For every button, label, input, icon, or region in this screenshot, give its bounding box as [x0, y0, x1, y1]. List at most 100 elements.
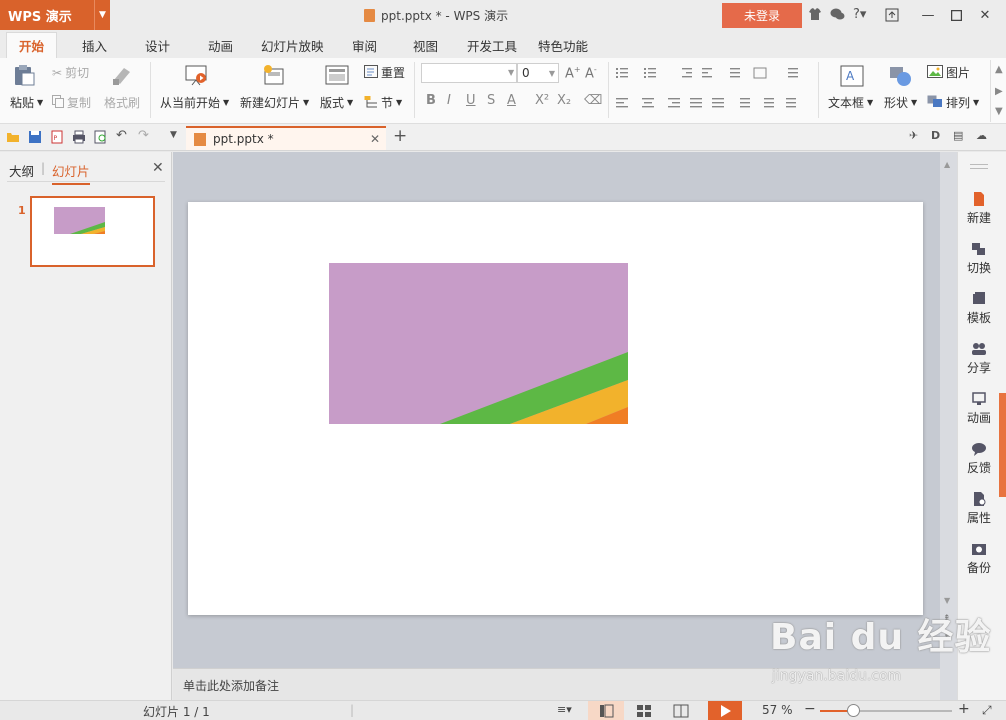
print-preview-icon[interactable]: [94, 130, 108, 144]
chevron-right-icon[interactable]: ▶: [995, 86, 1003, 97]
shrink-font-icon[interactable]: A-: [585, 65, 597, 81]
task-pane-expand-handle[interactable]: [999, 393, 1006, 497]
underline-icon[interactable]: U: [466, 93, 476, 108]
copy-button[interactable]: 复制: [52, 94, 91, 111]
tab-developer[interactable]: 开发工具: [455, 32, 529, 58]
wps-app-menu-button[interactable]: WPS 演示 ▼: [0, 0, 110, 30]
open-folder-icon[interactable]: [6, 130, 20, 144]
layout-icon[interactable]: [325, 64, 349, 86]
arrange-button[interactable]: 排列 ▼: [927, 94, 979, 111]
slide[interactable]: [188, 202, 923, 615]
tab-special-features[interactable]: 特色功能: [526, 32, 600, 58]
from-current-button[interactable]: 从当前开始 ▼: [160, 94, 229, 111]
tab-outline[interactable]: 大纲: [9, 161, 34, 180]
task-properties[interactable]: 属性: [958, 492, 1000, 526]
save-icon[interactable]: [28, 130, 42, 144]
zoom-in-icon[interactable]: +: [958, 701, 970, 717]
tab-home[interactable]: 开始: [6, 32, 58, 58]
format-painter-button[interactable]: 格式刷: [104, 94, 140, 111]
undo-icon[interactable]: ↶: [116, 128, 127, 143]
new-slide-button[interactable]: 新建幻灯片 ▼: [240, 94, 309, 111]
slide-thumbnail-preview: [54, 207, 105, 234]
subscript-icon[interactable]: X₂: [557, 93, 571, 108]
login-button[interactable]: 未登录: [722, 3, 802, 28]
close-panel-icon[interactable]: ✕: [152, 160, 164, 176]
task-template[interactable]: 模板: [958, 292, 1000, 326]
task-animation[interactable]: 动画: [958, 392, 1000, 426]
paste-button[interactable]: 粘贴 ▼: [10, 94, 43, 111]
play-slideshow-button[interactable]: [708, 701, 742, 720]
zoom-slider-handle[interactable]: [847, 704, 860, 717]
customize-toolbar-icon[interactable]: ▼: [170, 130, 177, 140]
document-tab[interactable]: ppt.pptx * ✕: [186, 126, 386, 150]
chevron-down-icon[interactable]: ▼: [94, 0, 110, 30]
restore-ribbon-icon[interactable]: [880, 5, 904, 25]
task-transition[interactable]: 切换: [958, 242, 1000, 276]
cut-button[interactable]: ✂ 剪切: [52, 64, 89, 81]
slide-thumbnail[interactable]: [30, 196, 155, 267]
chevron-down-icon[interactable]: ▼: [995, 106, 1003, 117]
reset-button[interactable]: 重置: [364, 64, 405, 81]
paste-icon[interactable]: [12, 64, 36, 86]
tab-view[interactable]: 视图: [401, 32, 450, 58]
clear-format-icon[interactable]: ⌫: [584, 93, 602, 108]
normal-view-button[interactable]: [588, 701, 624, 720]
tool-icon-1[interactable]: ✈: [909, 129, 918, 142]
format-painter-icon[interactable]: [110, 64, 134, 86]
superscript-icon[interactable]: X²: [535, 93, 549, 108]
chat-icon[interactable]: [830, 7, 845, 25]
chevron-up-icon[interactable]: ▲: [995, 64, 1003, 75]
slideshow-from-current-icon[interactable]: [185, 64, 209, 86]
task-new[interactable]: 新建: [958, 192, 1000, 226]
fit-window-icon[interactable]: ⤢: [982, 703, 992, 718]
shape-button[interactable]: 形状 ▼: [884, 94, 917, 111]
notes-toggle-icon[interactable]: ≡▾: [557, 703, 572, 716]
font-name-combo[interactable]: [421, 63, 517, 83]
shape-icon[interactable]: [889, 65, 913, 87]
task-share[interactable]: 分享: [958, 342, 1000, 376]
tab-animation[interactable]: 动画: [196, 32, 245, 58]
redo-icon[interactable]: ↷: [138, 128, 149, 143]
tab-slideshow[interactable]: 幻灯片放映: [249, 32, 336, 58]
chevron-down-icon[interactable]: ▼: [508, 68, 514, 77]
reading-view-icon[interactable]: [673, 704, 689, 718]
tool-icon-3[interactable]: ▤: [953, 129, 963, 142]
italic-icon[interactable]: I: [447, 93, 451, 108]
grow-font-icon[interactable]: A+: [565, 65, 581, 81]
font-size-combo[interactable]: 0 ▼: [517, 63, 559, 83]
new-slide-icon[interactable]: [262, 64, 286, 86]
textbox-button[interactable]: 文本框 ▼: [828, 94, 873, 111]
help-icon[interactable]: ?▾: [853, 7, 866, 22]
section-button[interactable]: 节 ▼: [364, 94, 402, 111]
paragraph-align-icons[interactable]: [614, 96, 814, 110]
slide-sorter-icon[interactable]: [636, 704, 652, 718]
paragraph-list-icons[interactable]: [614, 66, 824, 80]
bold-icon[interactable]: B: [426, 93, 436, 108]
from-current-label: 从当前开始: [160, 96, 221, 110]
minimize-button[interactable]: —: [916, 5, 940, 25]
tool-icon-2[interactable]: D: [931, 129, 940, 142]
skin-icon[interactable]: [808, 7, 822, 25]
layout-button[interactable]: 版式 ▼: [320, 94, 353, 111]
font-color-icon[interactable]: A: [507, 93, 516, 108]
scroll-down-icon[interactable]: ▼: [944, 596, 950, 605]
task-backup[interactable]: 备份: [958, 542, 1000, 576]
tab-insert[interactable]: 插入: [70, 32, 119, 58]
tool-icon-4[interactable]: ☁: [976, 129, 987, 142]
tab-design[interactable]: 设计: [133, 32, 182, 58]
picture-button[interactable]: 图片: [927, 64, 970, 81]
strikethrough-icon[interactable]: S: [487, 93, 495, 108]
print-icon[interactable]: [72, 130, 86, 144]
maximize-button[interactable]: [944, 5, 968, 25]
scroll-up-icon[interactable]: ▲: [944, 160, 950, 169]
ribbon-scroll[interactable]: ▲ ▶ ▼: [990, 60, 1006, 122]
task-feedback[interactable]: 反馈: [958, 442, 1000, 476]
close-tab-icon[interactable]: ✕: [370, 132, 380, 146]
new-tab-icon[interactable]: +: [393, 126, 407, 146]
close-button[interactable]: ✕: [973, 5, 997, 25]
slide-graphic[interactable]: [188, 202, 923, 615]
textbox-icon[interactable]: A: [840, 65, 864, 87]
tab-review[interactable]: 审阅: [340, 32, 389, 58]
zoom-out-icon[interactable]: −: [804, 701, 816, 717]
export-pdf-icon[interactable]: P: [50, 130, 64, 144]
